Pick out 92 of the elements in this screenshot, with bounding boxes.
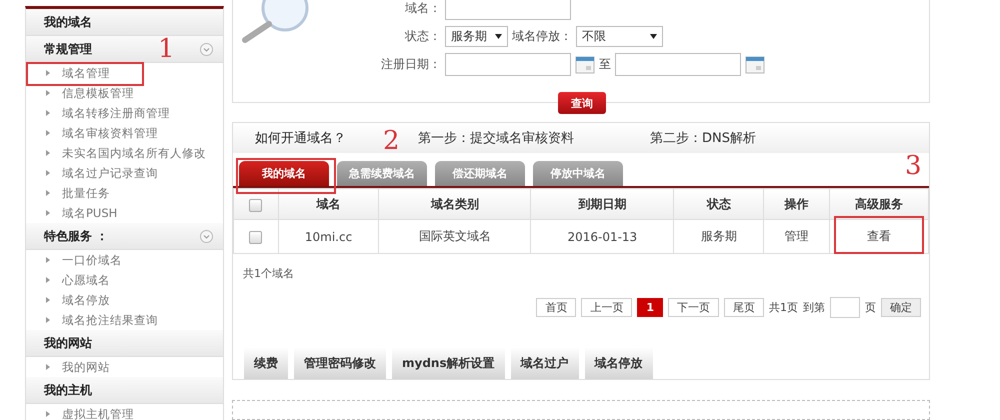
section-title: 我的主机 xyxy=(44,382,92,398)
column-header: 状态 xyxy=(674,188,764,220)
bullet-icon xyxy=(46,364,50,370)
field-label: 状态： xyxy=(404,28,441,45)
bullet-icon xyxy=(46,277,50,283)
date-input[interactable] xyxy=(445,53,571,76)
bullet-icon xyxy=(46,317,50,323)
column-header: 到期日期 xyxy=(530,188,674,220)
bullet-icon xyxy=(46,411,50,417)
field-label: 域名： xyxy=(404,0,441,17)
menu-item[interactable]: 域名管理 xyxy=(62,66,110,80)
menu-item[interactable]: 未实名国内域名所有人修改 xyxy=(62,146,206,160)
table-cell: 服务期 xyxy=(674,220,764,254)
date-separator: 至 xyxy=(599,56,611,73)
column-header: 域名类别 xyxy=(378,188,531,220)
field-label: 域名停放： xyxy=(512,28,572,45)
domain-input[interactable] xyxy=(445,0,571,20)
collapse-icon[interactable] xyxy=(200,42,213,56)
tab[interactable]: 我的域名 xyxy=(239,161,329,186)
date-input[interactable] xyxy=(615,53,741,76)
bullet-icon xyxy=(46,190,50,196)
section-header[interactable]: 我的网站 xyxy=(26,330,223,357)
query-button[interactable]: 查询 xyxy=(558,92,606,114)
annotation-number: 3 xyxy=(905,153,922,180)
section-header[interactable]: 我的主机 xyxy=(26,377,223,404)
action-button[interactable]: 续费 xyxy=(244,347,288,380)
menu-item[interactable]: 虚拟主机管理 xyxy=(62,406,134,420)
menu-item[interactable]: 心愿域名 xyxy=(62,272,110,288)
annotation-number: 2 xyxy=(383,128,400,154)
section-header[interactable]: 常规管理 1 xyxy=(26,36,223,63)
bullet-icon xyxy=(46,210,50,216)
column-header: 操作 xyxy=(764,188,830,220)
section-header[interactable]: 我的域名 xyxy=(26,9,223,36)
bullet-icon xyxy=(46,130,50,136)
status-select[interactable]: 服务期 xyxy=(445,26,508,47)
calendar-icon[interactable] xyxy=(575,56,595,74)
action-button[interactable]: 域名停放 xyxy=(584,347,653,380)
bullet-icon xyxy=(46,70,50,76)
guide-step[interactable]: 第一步：提交域名审核资料 xyxy=(418,129,650,148)
field-label: 注册日期： xyxy=(380,56,441,73)
dropdown-icon xyxy=(650,34,657,39)
section-title: 我的域名 xyxy=(44,14,92,30)
guide-step[interactable]: 第二步：DNS解析 xyxy=(650,129,882,148)
section-title: 我的网站 xyxy=(44,334,92,352)
prev-page-button[interactable]: 上一页 xyxy=(581,298,632,318)
bullet-icon xyxy=(46,150,50,156)
select-all-checkbox[interactable] xyxy=(249,198,262,212)
menu-item[interactable]: 域名审核资料管理 xyxy=(62,126,158,140)
page-total: 共1页 xyxy=(769,300,798,316)
section-title: 常规管理 xyxy=(44,40,92,58)
page-unit: 页 xyxy=(865,300,876,316)
annotation-number: 1 xyxy=(158,36,175,62)
action-button[interactable]: 域名过户 xyxy=(510,347,579,380)
domain-count: 共1个域名 xyxy=(242,266,295,282)
bullet-icon xyxy=(46,110,50,116)
action-button[interactable]: 管理密码修改 xyxy=(294,347,386,380)
action-button[interactable]: mydns解析设置 xyxy=(392,347,505,380)
bullet-icon xyxy=(46,297,50,303)
section-title: 特色服务 ： xyxy=(44,228,108,244)
bullet-icon xyxy=(46,257,50,263)
guide-question: 如何开通域名？ xyxy=(255,130,346,148)
menu-item[interactable]: 域名停放 xyxy=(62,292,110,308)
dropdown-icon xyxy=(495,34,502,39)
column-header: 域名 xyxy=(278,188,379,220)
menu-item[interactable]: 信息模板管理 xyxy=(62,86,134,100)
menu-item[interactable]: 域名过户记录查询 xyxy=(62,166,158,180)
column-header: 高级服务 xyxy=(829,188,928,220)
menu-item[interactable]: 批量任务 xyxy=(62,186,110,200)
menu-item[interactable]: 一口价域名 xyxy=(62,252,122,268)
magnifier-icon xyxy=(239,0,309,44)
first-page-button[interactable]: 首页 xyxy=(536,298,576,318)
table-cell: 10mi.cc xyxy=(278,220,379,254)
row-checkbox[interactable] xyxy=(249,231,262,244)
menu-item[interactable]: 我的网站 xyxy=(62,360,110,374)
table-cell: 国际英文域名 xyxy=(378,220,531,254)
last-page-button[interactable]: 尾页 xyxy=(724,298,764,318)
section-header[interactable]: 特色服务 ： xyxy=(26,223,223,250)
parking-select[interactable]: 不限 xyxy=(576,26,663,47)
goto-label: 到第 xyxy=(803,300,825,316)
bullet-icon xyxy=(46,170,50,176)
bullet-icon xyxy=(46,90,50,96)
confirm-button[interactable]: 确定 xyxy=(881,298,921,318)
page-button[interactable]: 1 xyxy=(637,298,663,318)
collapse-icon[interactable] xyxy=(200,230,213,242)
page-input[interactable] xyxy=(830,297,860,318)
calendar-icon[interactable] xyxy=(745,56,765,74)
menu-item[interactable]: 域名转移注册商管理 xyxy=(62,106,170,120)
next-page-button[interactable]: 下一页 xyxy=(668,298,719,318)
table-cell: 管理 xyxy=(764,220,830,254)
menu-item[interactable]: 域名PUSH xyxy=(62,206,118,220)
table-cell: 2016-01-13 xyxy=(530,220,674,254)
menu-item[interactable]: 域名抢注结果查询 xyxy=(62,312,158,328)
